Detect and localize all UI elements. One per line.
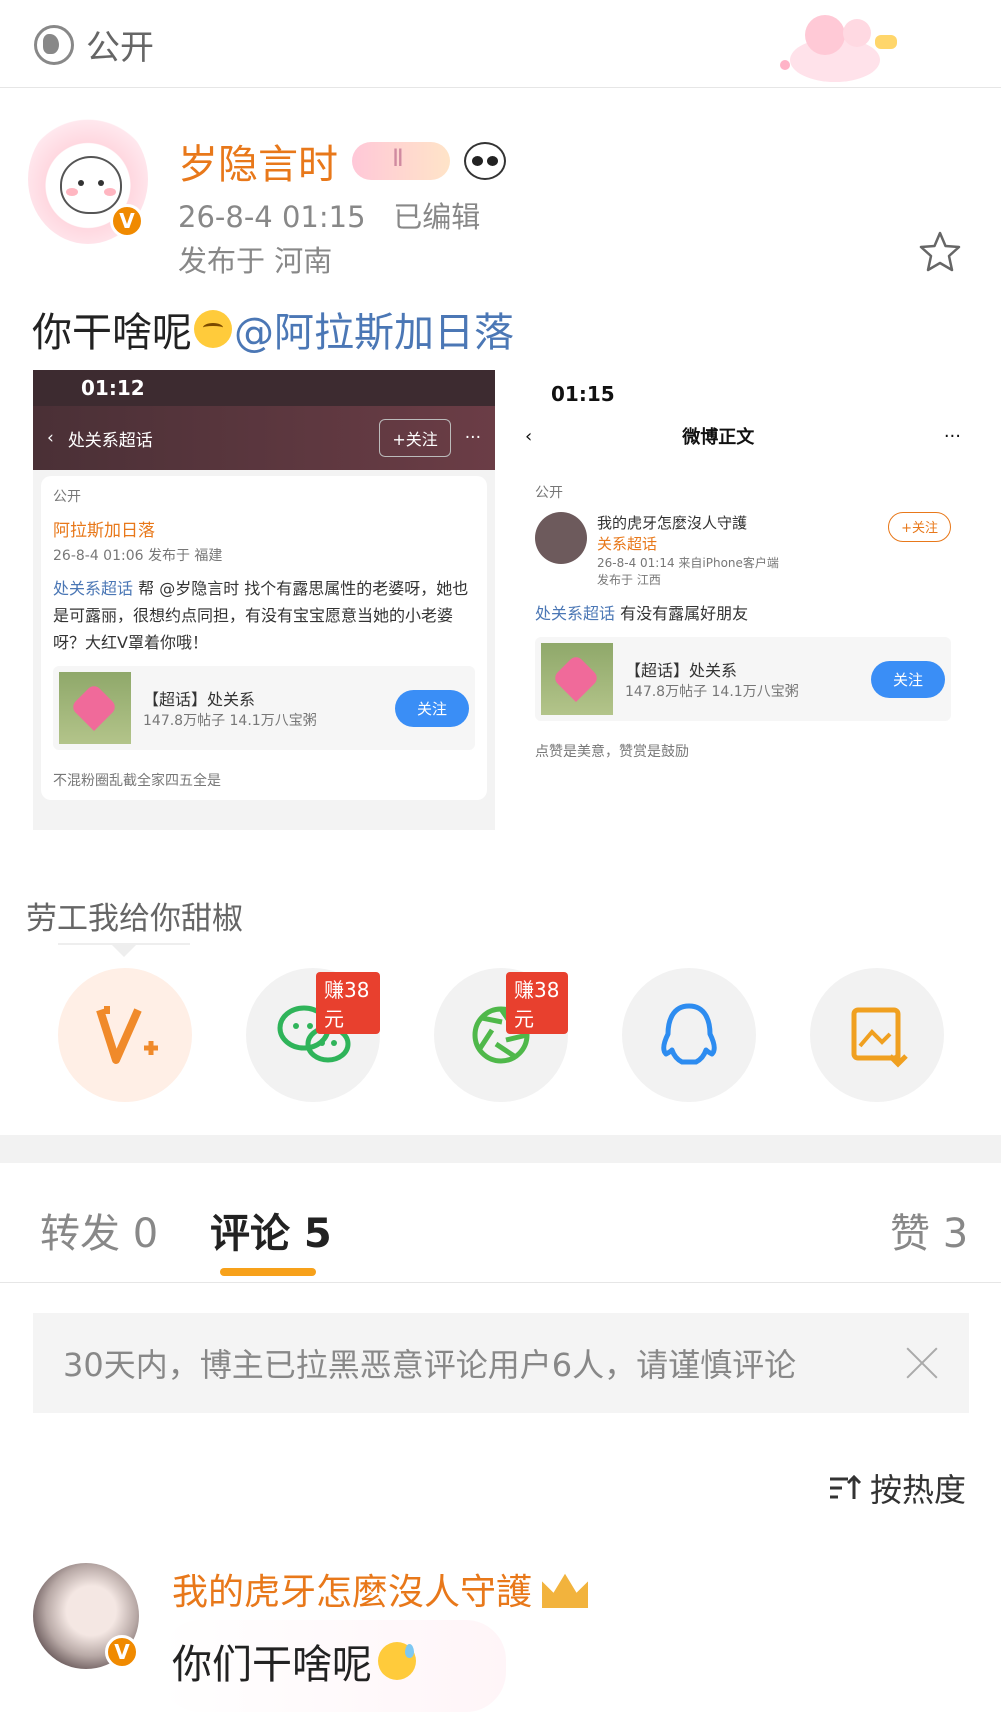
topic-thumbnail	[541, 643, 613, 715]
globe-icon	[34, 24, 74, 65]
share-moments-button[interactable]: 赚38元	[434, 968, 568, 1102]
more-icon: ···	[464, 428, 481, 448]
post-time: 26-8-4 01:15	[178, 200, 366, 234]
embedded-author-sub: 关系超话	[597, 535, 658, 553]
embedded-author: 阿拉斯加日落	[53, 521, 155, 541]
author-avatar[interactable]: V	[28, 114, 148, 244]
embedded-visibility: 公开	[53, 489, 81, 505]
topic-thumbnail	[59, 672, 131, 744]
embedded-visibility: 公开	[535, 485, 563, 501]
pig-sticker-icon	[780, 15, 897, 82]
topic-title: 【超话】处关系	[625, 661, 738, 680]
tab-like[interactable]: 赞 3	[890, 1201, 968, 1259]
nav-title: 处关系超话	[67, 430, 153, 451]
embedded-topic-card: 【超话】处关系 147.8万帖子 14.1万八宝粥 关注	[53, 666, 475, 750]
edited-label: 已编辑	[393, 200, 481, 234]
commenter-name[interactable]: 我的虎牙怎麼沒人守護	[172, 1563, 532, 1615]
crown-badge-icon	[542, 1573, 589, 1608]
mention-link[interactable]: @阿拉斯加日落	[234, 300, 514, 358]
sort-toggle[interactable]: 按热度	[828, 1465, 966, 1511]
active-tab-indicator	[220, 1268, 316, 1276]
embedded-body-block: 处关系超话 帮 @岁隐言时 找个有露思属性的老婆呀，她也是可露丽，很想约点同担，…	[53, 575, 475, 656]
follow-button: +关注	[379, 419, 451, 457]
commenter-name-row[interactable]: 我的虎牙怎麼沒人守護	[172, 1563, 589, 1615]
thinking-emoji-icon	[194, 310, 232, 348]
embedded-meta-2: 发布于 江西	[597, 573, 661, 587]
save-image-icon	[851, 1007, 908, 1068]
close-icon[interactable]	[905, 1346, 939, 1380]
share-pointer	[110, 943, 138, 957]
tab-comment[interactable]: 评论 5	[210, 1201, 332, 1259]
comment-text: 你们干啥呢	[172, 1632, 416, 1690]
share-qq-button[interactable]	[622, 968, 756, 1102]
share-title: 劳工我给你甜椒	[26, 901, 243, 937]
status-bar-time: 01:12	[33, 370, 495, 406]
topic-stats: 147.8万帖子 14.1万八宝粥	[143, 713, 317, 729]
interaction-tabs: 转发 0 评论 5 赞 3	[0, 1163, 1001, 1283]
topic-nav-bar: ‹ 处关系超话 +关注 ···	[33, 406, 495, 470]
follow-button: +关注	[888, 512, 951, 542]
topic-stats: 147.8万帖子 14.1万八宝粥	[625, 684, 799, 700]
back-arrow-icon: ‹	[525, 425, 533, 447]
top-bar: 公开	[0, 0, 1001, 88]
embedded-footer: 不混粉圈乱截全家四五全是	[53, 773, 221, 789]
share-wechat-button[interactable]: 赚38元	[246, 968, 380, 1102]
member-level-badge-icon	[352, 142, 450, 180]
share-row: 赚38元 赚38元	[0, 968, 1001, 1102]
topic-follow-button: 关注	[870, 660, 945, 698]
sort-icon	[830, 1474, 862, 1499]
visibility-label: 公开	[86, 28, 154, 68]
comment-warning-notice: 30天内，博主已拉黑恶意评论用户6人，请谨慎评论	[33, 1313, 969, 1413]
tab-repost[interactable]: 转发 0	[40, 1201, 158, 1259]
attached-image-2[interactable]: 01:15 ‹ 微博正文 ··· 公开 我的虎牙怎麼沒人守護 关系超话 26-8…	[515, 370, 971, 830]
embedded-topic-tag: 处关系超话	[535, 604, 616, 623]
avatar-face	[60, 156, 122, 214]
nav-title: 微博正文	[682, 427, 755, 448]
post-header: V 岁隐言时 26-8-4 01:15 已编辑 发布于 河南	[0, 100, 1001, 290]
weibo-v-plus-icon	[96, 1006, 158, 1064]
post-location: 发布于 河南	[178, 244, 333, 278]
post-text: 你干啥呢 @阿拉斯加日落	[32, 300, 514, 358]
post-time-row: 26-8-4 01:15 已编辑	[178, 194, 480, 236]
embedded-post-card: 公开 阿拉斯加日落 26-8-4 01:06 发布于 福建 处关系超话 帮 @岁…	[41, 476, 487, 800]
embedded-meta: 26-8-4 01:14 来自iPhone客户端	[597, 556, 779, 570]
share-save-image-button[interactable]	[810, 968, 944, 1102]
verified-badge-icon: V	[105, 1635, 139, 1669]
earn-badge: 赚38元	[506, 972, 568, 1034]
sweat-emoji-icon	[378, 1642, 416, 1680]
panda-badge-icon	[464, 142, 506, 180]
embedded-meta: 26-8-4 01:06 发布于 福建	[53, 548, 223, 564]
share-weibo-button[interactable]	[58, 968, 192, 1102]
qq-icon	[661, 1003, 717, 1065]
verified-badge-icon: V	[110, 204, 144, 238]
topic-title: 【超话】处关系	[143, 690, 256, 709]
author-name-row[interactable]: 岁隐言时	[178, 132, 506, 190]
embedded-post-card: 公开 我的虎牙怎麼沒人守護 关系超话 26-8-4 01:14 来自iPhone…	[523, 472, 963, 771]
embedded-body: 有没有露属好朋友	[620, 604, 749, 623]
embedded-body-block: 处关系超话 有没有露属好朋友	[535, 600, 951, 627]
more-icon: ···	[943, 425, 961, 447]
section-gap	[0, 1135, 1001, 1163]
visibility-indicator: 公开	[34, 20, 154, 69]
commenter-avatar[interactable]: V	[33, 1563, 139, 1669]
embedded-topic-card: 【超话】处关系 147.8万帖子 14.1万八宝粥 关注	[535, 637, 951, 721]
sort-label: 按热度	[870, 1471, 967, 1509]
author-name[interactable]: 岁隐言时	[178, 132, 338, 190]
topic-follow-button: 关注	[394, 689, 469, 727]
embedded-topic-tag: 处关系超话	[53, 579, 134, 598]
back-arrow-icon: ‹	[47, 428, 54, 448]
detail-nav-bar: ‹ 微博正文 ···	[515, 406, 971, 466]
favorite-star-icon[interactable]	[918, 230, 962, 274]
attached-image-1[interactable]: 01:12 ‹ 处关系超话 +关注 ··· 公开 阿拉斯加日落 26-8-4 0…	[33, 370, 495, 830]
earn-badge: 赚38元	[316, 972, 380, 1034]
comment-body: 你们干啥呢	[172, 1642, 372, 1688]
status-bar-time: 01:15	[515, 370, 971, 406]
notice-text: 30天内，博主已拉黑恶意评论用户6人，请谨慎评论	[63, 1346, 797, 1384]
embedded-author: 我的虎牙怎麼沒人守護	[597, 514, 748, 532]
embedded-avatar	[535, 512, 587, 564]
post-text-body: 你干啥呢	[32, 310, 192, 356]
embedded-footer: 点赞是美意，赞赏是鼓励	[535, 744, 689, 760]
